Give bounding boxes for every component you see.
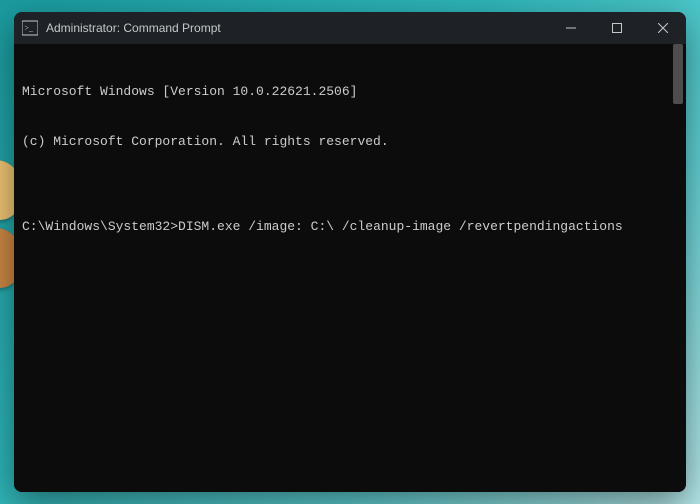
window-titlebar[interactable]: >_ Administrator: Command Prompt bbox=[14, 12, 686, 44]
terminal-prompt-line: C:\Windows\System32>DISM.exe /image: C:\… bbox=[22, 219, 678, 236]
prompt-path: C:\Windows\System32> bbox=[22, 219, 178, 236]
terminal-line-copyright: (c) Microsoft Corporation. All rights re… bbox=[22, 134, 678, 151]
terminal-scrollbar[interactable] bbox=[671, 44, 685, 491]
terminal-line-version: Microsoft Windows [Version 10.0.22621.25… bbox=[22, 84, 678, 101]
maximize-button[interactable] bbox=[594, 12, 640, 44]
command-prompt-window: >_ Administrator: Command Prompt Microso… bbox=[14, 12, 686, 492]
close-button[interactable] bbox=[640, 12, 686, 44]
minimize-button[interactable] bbox=[548, 12, 594, 44]
svg-text:>_: >_ bbox=[25, 24, 35, 33]
prompt-command[interactable]: DISM.exe /image: C:\ /cleanup-image /rev… bbox=[178, 219, 623, 236]
window-title: Administrator: Command Prompt bbox=[46, 21, 221, 35]
window-controls bbox=[548, 12, 686, 44]
terminal-output[interactable]: Microsoft Windows [Version 10.0.22621.25… bbox=[14, 44, 686, 492]
scrollbar-thumb[interactable] bbox=[673, 44, 683, 104]
cmd-icon: >_ bbox=[22, 20, 38, 36]
